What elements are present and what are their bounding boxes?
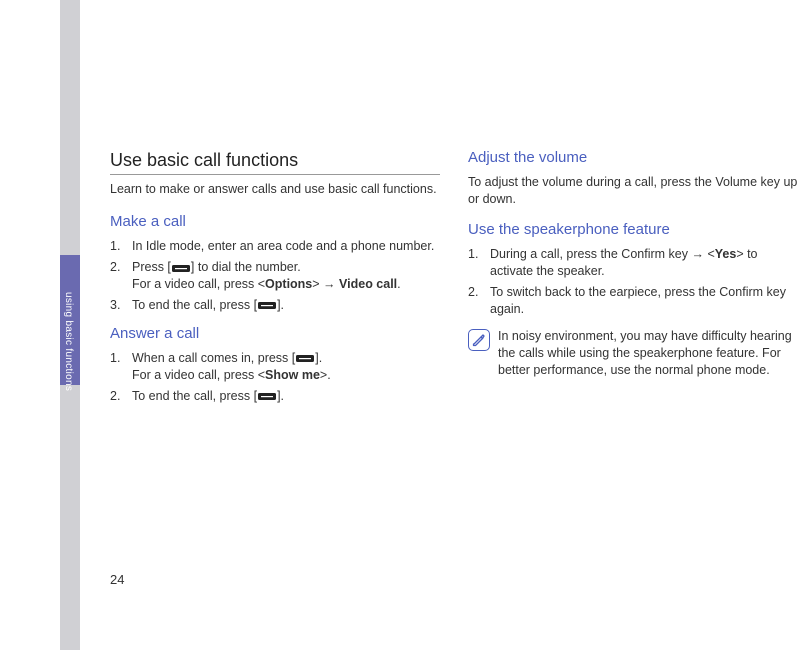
note-block: In noisy environment, you may have diffi… [468, 328, 798, 379]
speaker-step-1: During a call, press the Confirm key → <… [468, 246, 798, 280]
step-text: ]. [277, 389, 284, 403]
step-text: When a call comes in, press [ [132, 351, 295, 365]
subsection-answer-call: Answer a call [110, 324, 440, 344]
column-left: Use basic call functions Learn to make o… [110, 148, 440, 415]
end-key-icon [258, 392, 276, 401]
step-text: To end the call, press [ [132, 298, 257, 312]
step-text: >. [320, 368, 331, 382]
make-call-step-2: Press [ ] to dial the number. For a video… [110, 259, 440, 293]
sidebar-section-label: using basic functions [63, 292, 74, 391]
step-text: ]. [277, 298, 284, 312]
video-call-label: Video call [339, 277, 397, 291]
answer-call-steps: When a call comes in, press []. For a vi… [110, 350, 440, 405]
step-text: . [397, 277, 400, 291]
step-text: ]. [315, 351, 322, 365]
speaker-step-2: To switch back to the earpiece, press th… [468, 284, 798, 318]
step-text: ] to dial the number. [191, 260, 301, 274]
show-me-label: Show me [265, 368, 320, 382]
call-key-icon [296, 354, 314, 363]
section-intro: Learn to make or answer calls and use ba… [110, 181, 440, 198]
step-text: To end the call, press [ [132, 389, 257, 403]
volume-body: To adjust the volume during a call, pres… [468, 174, 798, 208]
step-text: > → [312, 277, 339, 291]
call-key-icon [172, 264, 190, 273]
make-call-steps: In Idle mode, enter an area code and a p… [110, 238, 440, 314]
subsection-speakerphone: Use the speakerphone feature [468, 220, 798, 240]
make-call-step-3: To end the call, press []. [110, 297, 440, 314]
step-text: For a video call, press < [132, 277, 265, 291]
step-text: For a video call, press < [132, 368, 265, 382]
subsection-adjust-volume: Adjust the volume [468, 148, 798, 168]
note-text: In noisy environment, you may have diffi… [498, 328, 798, 379]
make-call-step-1: In Idle mode, enter an area code and a p… [110, 238, 440, 255]
subsection-make-call: Make a call [110, 212, 440, 232]
yes-label: Yes [715, 247, 737, 261]
note-icon [468, 329, 490, 351]
answer-call-step-2: To end the call, press []. [110, 388, 440, 405]
answer-call-step-1: When a call comes in, press []. For a vi… [110, 350, 440, 384]
page-content: Use basic call functions Learn to make o… [110, 148, 800, 415]
options-label: Options [265, 277, 312, 291]
column-right: Adjust the volume To adjust the volume d… [468, 148, 798, 415]
end-key-icon [258, 301, 276, 310]
section-title: Use basic call functions [110, 148, 440, 175]
step-text: During a call, press the Confirm key → < [490, 247, 715, 261]
step-text: Press [ [132, 260, 171, 274]
page-number: 24 [110, 572, 124, 587]
speakerphone-steps: During a call, press the Confirm key → <… [468, 246, 798, 318]
